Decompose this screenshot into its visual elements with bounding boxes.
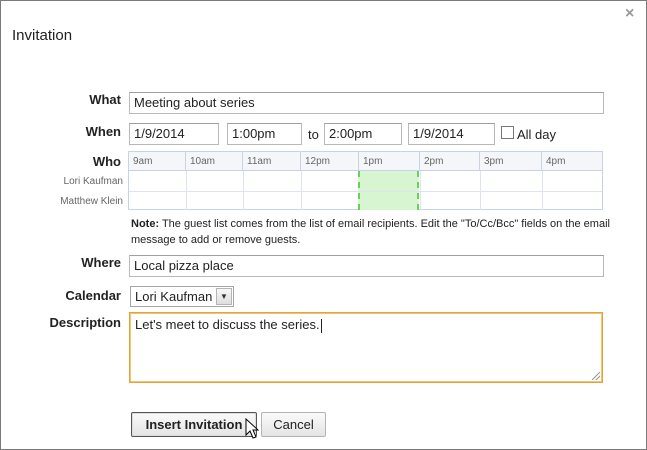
insert-invitation-button[interactable]: Insert Invitation — [131, 412, 257, 437]
grid-header: 9am 10am 11am 12pm 1pm 2pm 3pm 4pm — [129, 152, 602, 171]
hour-10am: 10am — [186, 152, 243, 171]
to-label: to — [308, 127, 319, 142]
hour-11am: 11am — [243, 152, 301, 171]
cancel-button[interactable]: Cancel — [261, 412, 326, 437]
dialog-title: Invitation — [12, 27, 73, 44]
resize-handle-icon[interactable] — [592, 372, 600, 380]
where-label: Where — [81, 255, 121, 270]
column-divider — [480, 171, 481, 210]
description-text: Let's meet to discuss the series. — [135, 317, 320, 332]
note-prefix: Note: — [131, 218, 160, 230]
description-textarea[interactable]: Let's meet to discuss the series. — [129, 312, 603, 383]
all-day-checkbox[interactable] — [501, 126, 514, 139]
calendar-select[interactable]: Lori Kaufman ▼ — [130, 286, 234, 307]
hour-3pm: 3pm — [480, 152, 542, 171]
all-day-label: All day — [517, 127, 557, 142]
what-label: What — [89, 92, 121, 107]
what-input[interactable]: Meeting about series — [129, 92, 604, 114]
close-icon[interactable]: × — [625, 6, 634, 22]
column-divider — [542, 171, 543, 210]
row-divider — [129, 191, 602, 192]
end-time-input[interactable]: 2:00pm — [324, 123, 402, 145]
note-text: The guest list comes from the list of em… — [131, 218, 610, 246]
start-time-input[interactable]: 1:00pm — [227, 123, 302, 145]
guest-list-note: Note: The guest list comes from the list… — [131, 216, 611, 248]
hour-12pm: 12pm — [301, 152, 359, 171]
chevron-down-icon[interactable]: ▼ — [216, 288, 232, 305]
text-caret — [320, 318, 322, 333]
calendar-label: Calendar — [65, 288, 121, 303]
hour-1pm: 1pm — [359, 152, 420, 171]
hour-2pm: 2pm — [420, 152, 480, 171]
where-input[interactable]: Local pizza place — [129, 255, 604, 277]
invitation-dialog: Invitation × What Meeting about series W… — [0, 0, 647, 450]
hour-4pm: 4pm — [546, 156, 566, 167]
column-divider — [243, 171, 244, 210]
calendar-selected-value: Lori Kaufman — [135, 289, 213, 304]
guest-name-matthew: Matthew Klein — [60, 196, 123, 207]
column-divider — [186, 171, 187, 210]
who-label: Who — [92, 154, 121, 169]
column-divider — [420, 171, 421, 210]
hour-9am: 9am — [129, 152, 186, 171]
description-label: Description — [49, 315, 121, 330]
column-divider — [301, 171, 302, 210]
guest-name-lori: Lori Kaufman — [63, 176, 123, 187]
when-label: When — [85, 124, 121, 139]
end-date-input[interactable]: 1/9/2014 — [408, 123, 495, 145]
start-date-input[interactable]: 1/9/2014 — [129, 123, 219, 145]
mouse-pointer-icon — [245, 418, 259, 439]
availability-grid[interactable]: 9am 10am 11am 12pm 1pm 2pm 3pm 4pm — [128, 151, 603, 210]
